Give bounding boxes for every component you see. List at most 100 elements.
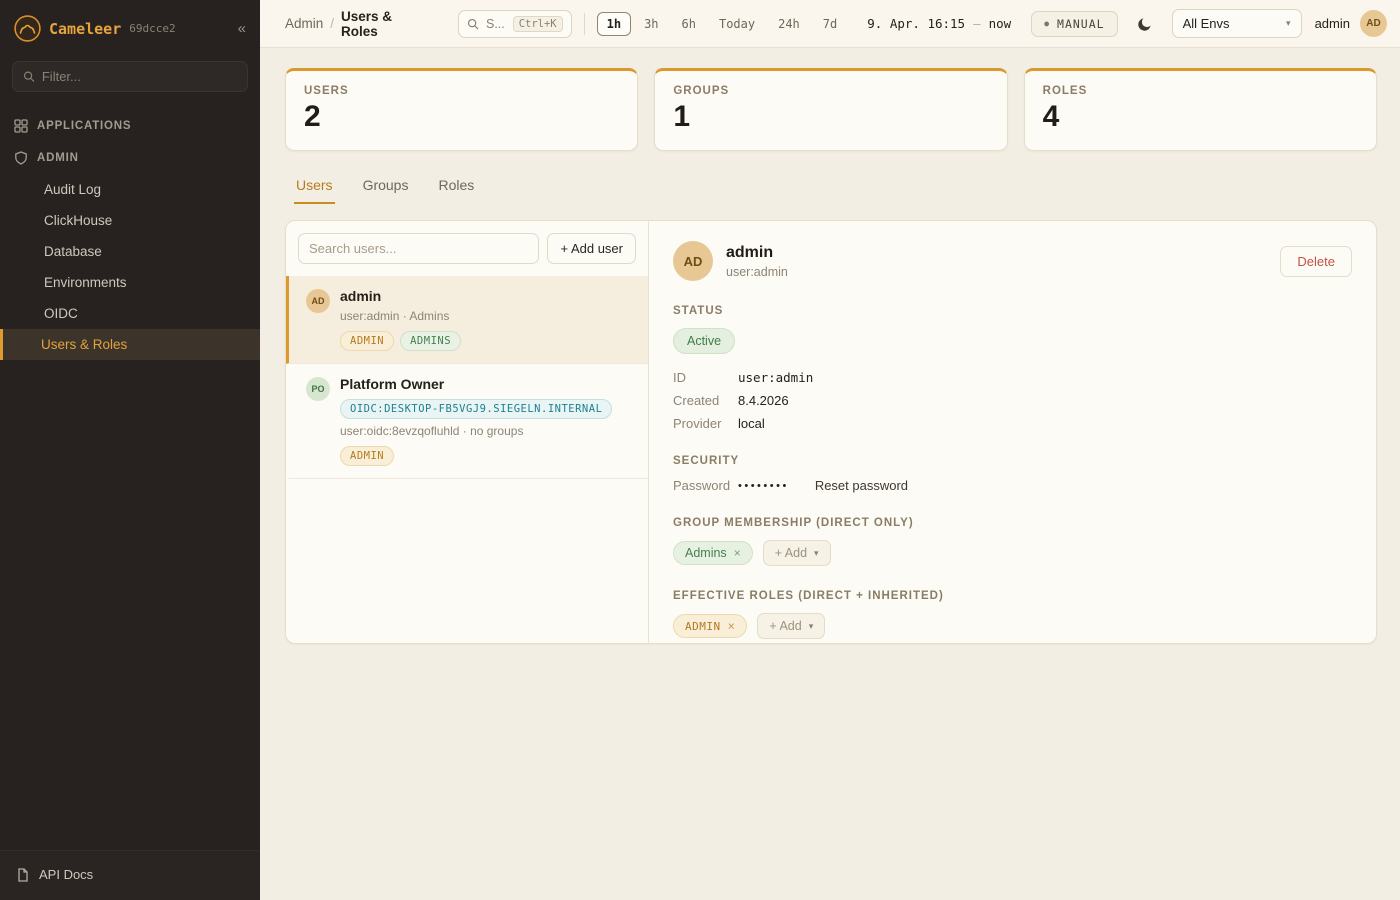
stat-label: USERS [304,85,619,97]
group-chips-row: Admins × + Add ▾ [673,540,1352,566]
user-item-name: Platform Owner [340,376,612,392]
role-chip-label: ADMIN [685,620,721,633]
tab-roles[interactable]: Roles [436,169,476,204]
add-user-button[interactable]: + Add user [547,233,636,264]
stats-row: USERS 2 GROUPS 1 ROLES 4 [285,68,1377,151]
sidebar-item-database[interactable]: Database [0,236,260,267]
add-role-button[interactable]: + Add ▾ [757,613,825,639]
grid-icon [14,119,28,133]
dark-mode-toggle[interactable] [1130,9,1160,39]
tab-groups[interactable]: Groups [361,169,411,204]
section-groups-heading: GROUP MEMBERSHIP (DIRECT ONLY) [673,517,1352,529]
env-selector-value: All Envs [1183,16,1230,31]
field-value: 8.4.2026 [738,393,789,408]
search-shortcut-kbd: Ctrl+K [513,16,563,32]
search-icon [467,18,479,30]
delete-user-button[interactable]: Delete [1280,246,1352,277]
field-label: Provider [673,416,738,431]
user-item-subtitle: user:oidc:8evzqofluhld · no groups [340,424,612,438]
global-search-placeholder: S... [486,17,506,31]
avatar[interactable]: AD [1360,10,1387,37]
add-group-label: + Add [775,546,807,560]
env-selector[interactable]: All Envs ▾ [1172,9,1302,38]
breadcrumb-admin[interactable]: Admin [285,16,323,31]
user-list-toolbar: + Add user [286,221,648,276]
sidebar-filter[interactable] [12,61,248,92]
sidebar-collapse-button[interactable]: « [238,20,246,37]
user-item-body: admin user:admin · Admins ADMIN ADMINS [340,288,461,351]
sidebar-item-environments[interactable]: Environments [0,267,260,298]
nav-section-applications-label: APPLICATIONS [37,120,131,132]
group-chip-admins: Admins × [673,541,753,565]
user-detail-id: user:admin [726,265,788,279]
api-docs-link[interactable]: API Docs [0,850,260,900]
time-range-24h[interactable]: 24h [768,12,810,36]
avatar: AD [673,241,713,281]
stat-card-roles: ROLES 4 [1024,68,1377,151]
user-menu[interactable]: admin AD [1315,10,1387,37]
field-value: user:admin [738,370,813,385]
build-id: 69dcce2 [129,22,175,35]
global-search[interactable]: S... Ctrl+K [458,10,572,38]
remove-group-icon[interactable]: × [734,546,741,560]
chevron-down-icon: ▾ [814,548,819,559]
add-group-button[interactable]: + Add ▾ [763,540,831,566]
time-from: 9. Apr. 16:15 [867,16,965,31]
tab-users[interactable]: Users [294,169,335,204]
time-to: now [989,16,1012,31]
sidebar-filter-input[interactable] [42,69,237,84]
time-display[interactable]: 9. Apr. 16:15 — now [867,16,1011,31]
user-list-item-platform-owner[interactable]: PO Platform Owner OIDC:DESKTOP-FB5VGJ9.S… [286,364,648,479]
group-chip-label: Admins [685,546,727,560]
document-icon [16,868,30,882]
time-range-3h[interactable]: 3h [634,12,668,36]
reset-password-link[interactable]: Reset password [815,478,908,493]
main-area: Admin / Users & Roles S... Ctrl+K 1h 3h … [260,0,1400,900]
sidebar-item-clickhouse[interactable]: ClickHouse [0,205,260,236]
user-item-body: Platform Owner OIDC:DESKTOP-FB5VGJ9.SIEG… [340,376,612,466]
avatar: AD [306,289,330,313]
nav-section-applications: APPLICATIONS [0,110,260,142]
breadcrumb-separator: / [330,16,334,31]
sidebar-item-oidc[interactable]: OIDC [0,298,260,329]
role-badge: ADMIN [340,331,394,351]
time-range-7d[interactable]: 7d [813,12,847,36]
field-id: ID user:admin [673,370,1352,385]
sidebar-item-audit-log[interactable]: Audit Log [0,174,260,205]
remove-role-icon[interactable]: × [728,619,736,633]
chevron-down-icon: ▾ [809,621,814,632]
password-mask: •••••••• [738,480,789,492]
time-range-group: 1h 3h 6h Today 24h 7d [597,12,848,36]
time-range-1h[interactable]: 1h [597,12,631,36]
topbar: Admin / Users & Roles S... Ctrl+K 1h 3h … [260,0,1400,48]
topbar-divider [584,13,585,35]
section-security-heading: SECURITY [673,455,1352,467]
group-badge: ADMINS [400,331,461,351]
app-root: Cameleer 69dcce2 « APPLICATIONS [0,0,1400,900]
user-list-item-admin[interactable]: AD admin user:admin · Admins ADMIN ADMIN… [286,276,648,364]
field-label: ID [673,370,738,385]
sidebar-item-users-roles[interactable]: Users & Roles [0,329,260,360]
field-created: Created 8.4.2026 [673,393,1352,408]
search-users-input[interactable] [298,233,539,264]
app-title: Cameleer [49,20,121,38]
users-panel: + Add user AD admin user:admin · Admins … [285,220,1377,644]
user-item-name: admin [340,288,461,304]
time-range-today[interactable]: Today [709,12,765,36]
user-detail: AD admin user:admin Delete STATUS Active… [649,221,1376,643]
refresh-mode-label: MANUAL [1057,17,1105,31]
time-range-6h[interactable]: 6h [672,12,706,36]
field-label: Created [673,393,738,408]
stat-value: 2 [304,100,619,134]
sidebar: Cameleer 69dcce2 « APPLICATIONS [0,0,260,900]
status-badge: Active [673,328,735,354]
password-row: Password •••••••• Reset password [673,478,1352,493]
tabs: Users Groups Roles [285,169,1377,204]
refresh-mode-button[interactable]: ● MANUAL [1031,11,1117,37]
sidebar-header: Cameleer 69dcce2 « [0,0,260,55]
nav-section-admin-label: ADMIN [37,152,79,164]
add-role-label: + Add [769,619,801,633]
role-chip-admin: ADMIN × [673,614,747,638]
stat-label: GROUPS [673,85,988,97]
user-detail-title: admin user:admin [726,244,788,279]
